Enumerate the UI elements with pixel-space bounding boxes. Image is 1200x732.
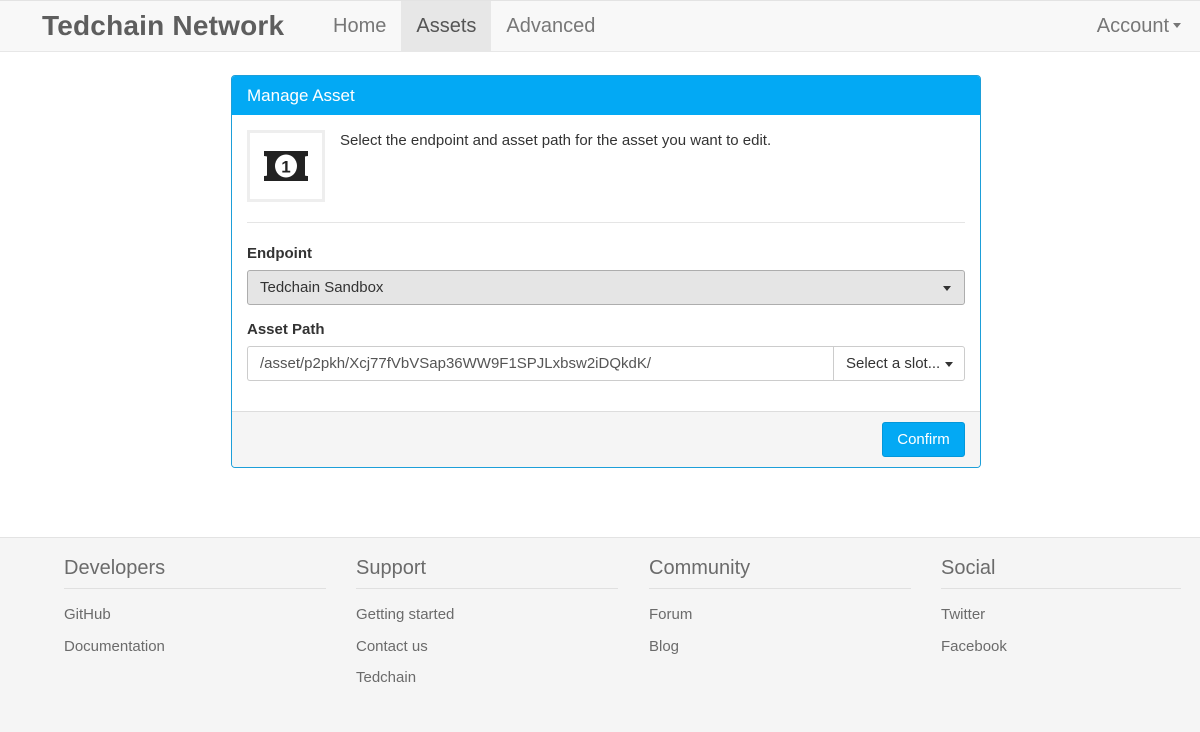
footer-link-twitter[interactable]: Twitter (941, 603, 1181, 635)
footer-link-tedchain[interactable]: Tedchain (356, 666, 618, 698)
footer-col-title: Developers (64, 555, 326, 589)
nav-advanced[interactable]: Advanced (491, 1, 610, 52)
endpoint-select[interactable]: Tedchain Sandbox (247, 270, 965, 305)
footer-link-documentation[interactable]: Documentation (64, 635, 326, 667)
nav-assets[interactable]: Assets (401, 1, 492, 52)
footer-col-developers: Developers GitHub Documentation (64, 555, 326, 666)
footer-col-support: Support Getting started Contact us Tedch… (356, 555, 618, 698)
panel-body: 1 Select the endpoint and asset path for… (232, 115, 980, 411)
asset-path-input[interactable] (247, 346, 833, 381)
nav-home[interactable]: Home (318, 1, 401, 52)
divider (247, 222, 965, 223)
footer-link-facebook[interactable]: Facebook (941, 635, 1181, 667)
main-nav: Home Assets Advanced (318, 1, 610, 52)
footer-col-title: Social (941, 555, 1181, 589)
footer-col-title: Support (356, 555, 618, 589)
asset-path-group: Select a slot... (247, 346, 965, 381)
account-label: Account (1096, 15, 1169, 37)
site-footer: Developers GitHub Documentation Support … (0, 537, 1200, 732)
select-slot-label: Select a slot... (846, 355, 941, 372)
endpoint-value: Tedchain Sandbox (260, 279, 384, 296)
confirm-button[interactable]: Confirm (882, 422, 965, 457)
brand-logo[interactable]: Tedchain Network (42, 1, 284, 52)
top-navbar: Tedchain Network Home Assets Advanced Ac… (0, 0, 1200, 52)
manage-asset-panel: Manage Asset 1 Select the endpoint and a… (231, 75, 981, 468)
panel-footer: Confirm (232, 411, 980, 467)
footer-col-community: Community Forum Blog (649, 555, 911, 666)
footer-link-blog[interactable]: Blog (649, 635, 911, 667)
caret-down-icon (1173, 23, 1181, 29)
endpoint-label: Endpoint (247, 245, 312, 262)
money-bill-icon: 1 (264, 151, 308, 181)
footer-link-getting-started[interactable]: Getting started (356, 603, 618, 635)
account-dropdown[interactable]: Account (1097, 1, 1181, 52)
caret-down-icon (943, 286, 951, 291)
panel-title: Manage Asset (232, 76, 980, 115)
footer-link-github[interactable]: GitHub (64, 603, 326, 635)
asset-thumbnail: 1 (247, 130, 325, 202)
bill-digit: 1 (281, 158, 290, 177)
footer-link-forum[interactable]: Forum (649, 603, 911, 635)
intro-text: Select the endpoint and asset path for t… (340, 132, 772, 149)
select-slot-button[interactable]: Select a slot... (833, 346, 965, 381)
footer-col-title: Community (649, 555, 911, 589)
asset-path-label: Asset Path (247, 321, 325, 338)
caret-down-icon (945, 362, 953, 367)
footer-col-social: Social Twitter Facebook (941, 555, 1181, 666)
footer-link-contact-us[interactable]: Contact us (356, 635, 618, 667)
